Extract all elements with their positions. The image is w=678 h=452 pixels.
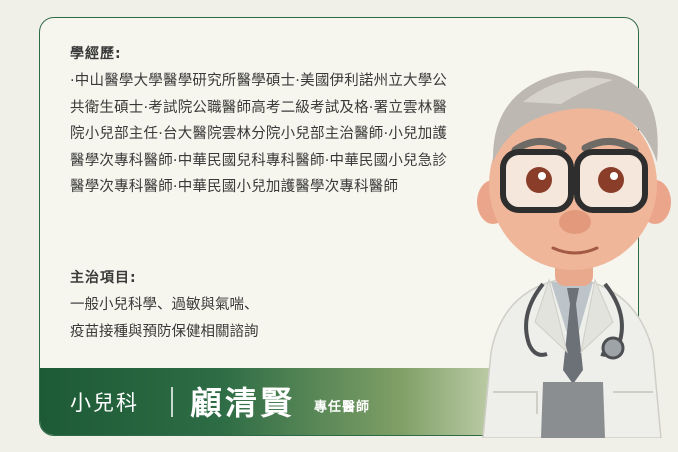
- specialty-item: 疫苗接種與預防保健相關諮詢: [70, 324, 259, 340]
- education-text: ·中山醫學大學醫學研究所醫學碩士·美國伊利諾州立大學公共衛生碩士·考試院公職醫師…: [70, 73, 448, 195]
- doctor-role: 專任醫師: [314, 400, 371, 415]
- specialty-item: 一般小兒科學、過敏與氣喘、: [70, 297, 259, 313]
- doctor-avatar-icon: [477, 70, 671, 438]
- doctor-name: 顧清賢: [190, 384, 296, 422]
- specialty-title: 主治項目:: [70, 270, 137, 286]
- specialty-list: 一般小兒科學、過敏與氣喘、 疫苗接種與預防保健相關諮詢: [70, 292, 259, 346]
- banner-divider: [171, 387, 173, 417]
- education-title: 學經歷:: [70, 46, 122, 62]
- department-label: 小兒科: [70, 391, 139, 415]
